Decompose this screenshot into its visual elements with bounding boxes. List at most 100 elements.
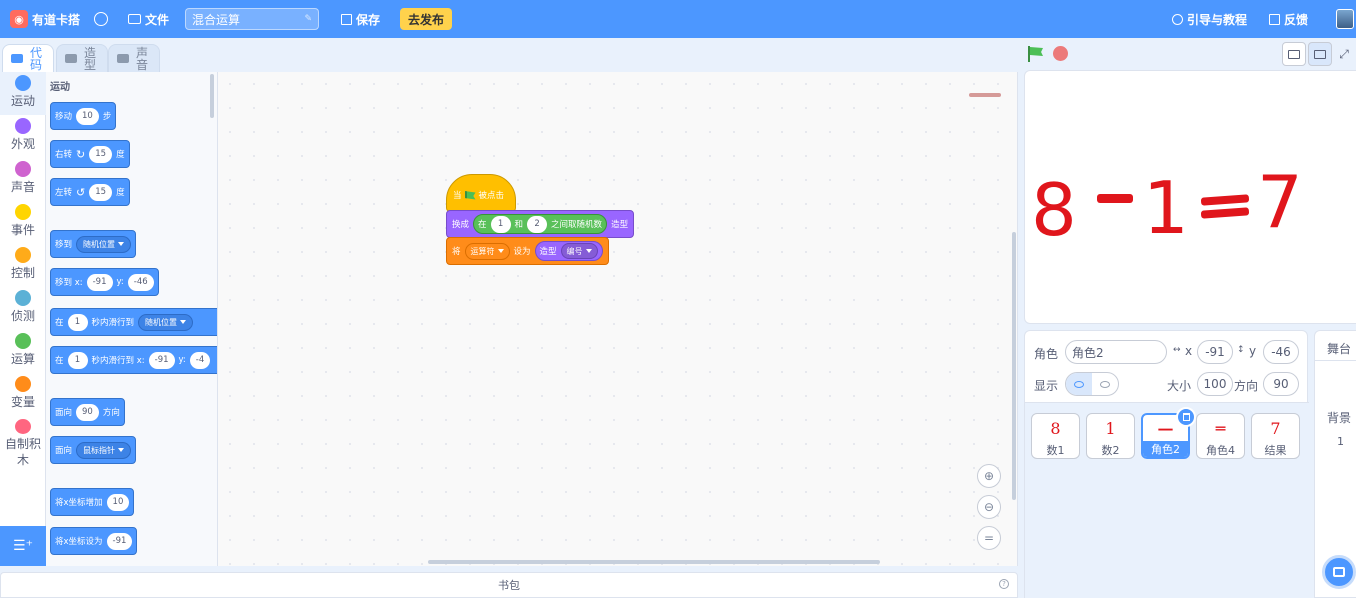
zoom-in-button[interactable]: ⊕ [977,464,1001,488]
dropdown-value: 编号 [566,246,583,256]
visibility-toggle[interactable] [1065,372,1119,396]
add-sprite-button[interactable] [1322,555,1356,589]
tab-costumes[interactable]: 造型 [56,44,108,72]
x-input[interactable]: -91 [148,351,175,369]
degrees-input[interactable]: 15 [89,145,113,163]
block-glide-to[interactable]: 在 1 秒内滑行到 随机位置 [50,308,217,336]
language-globe-icon[interactable] [94,12,109,26]
sprite-thumb-3-selected[interactable]: — 角色2 [1141,407,1196,459]
stage-header: ⤢ [1018,38,1356,70]
category-my-blocks[interactable]: 自制积木 [0,416,46,468]
set-x-input[interactable]: -91 [106,532,133,550]
category-sensing[interactable]: 侦测 [0,287,46,330]
tab-sounds[interactable]: 声音 [108,44,160,72]
sprite-glyph: 7 [1270,418,1281,438]
sprite-thumb-1[interactable]: 8 数1 [1031,413,1080,459]
block-turn-right[interactable]: 右转 ↻ 15 度 [50,140,130,168]
steps-input[interactable]: 10 [76,107,99,125]
category-operators[interactable]: 运算 [0,330,46,373]
block-point-direction[interactable]: 面向 90 方向 [50,398,125,426]
events-dot-icon [15,204,31,220]
direction-input[interactable]: 90 [76,403,99,421]
size-input[interactable]: 100 [1197,372,1233,396]
category-variables[interactable]: 变量 [0,373,46,416]
delete-sprite-button[interactable] [1176,407,1196,427]
stage-expression-svg: 8 1 7 [1031,160,1303,252]
when-flag-clicked-block[interactable]: 当 被点击 [446,174,516,212]
block-move-steps[interactable]: 移动 10 步 [50,102,117,130]
file-menu[interactable]: 文件 [128,11,169,28]
y-input[interactable]: -46 [127,273,154,291]
random-to-input[interactable]: 2 [527,215,548,233]
feedback-button[interactable]: 反馈 [1268,11,1308,28]
secs-input[interactable]: 1 [67,351,88,369]
palette-scrollbar[interactable] [210,74,214,118]
brand-logo[interactable]: ◉ 有道卡搭 [10,10,80,28]
feedback-icon [1268,13,1280,25]
project-title-input[interactable]: 混合运算 ✎ [185,8,320,30]
secs-input[interactable]: 1 [67,313,88,331]
workspace-horizontal-scrollbar[interactable] [428,560,880,564]
x-input[interactable]: -91 [86,273,113,291]
stage-pane-title: 舞台 [1315,331,1356,361]
variable-dropdown[interactable]: 运算符 [464,242,510,260]
zoom-reset-button[interactable]: = [977,526,1001,550]
add-extension-button[interactable]: ☰⁺ [0,526,46,566]
sprite-thumb-4[interactable]: ═ 角色4 [1196,413,1245,459]
y-input[interactable]: -4 [189,351,211,369]
block-change-x[interactable]: 将x坐标增加 10 [50,488,135,516]
fullscreen-button[interactable]: ⤢ [1334,42,1354,66]
stage-canvas[interactable]: 8 1 7 [1024,70,1356,324]
block-point-towards[interactable]: 面向 鼠标指针 [50,436,137,464]
change-x-input[interactable]: 10 [106,493,130,511]
goto-target-dropdown[interactable]: 随机位置 [76,235,132,253]
category-label: 侦测 [10,309,35,323]
direction-input[interactable]: 90 [1263,372,1299,396]
sprite-thumb-5[interactable]: 7 结果 [1251,413,1300,459]
category-sound[interactable]: 声音 [0,158,46,201]
large-stage-button[interactable] [1308,42,1332,66]
costume-number-block[interactable]: 造型 编号 [534,241,603,261]
category-control[interactable]: 控制 [0,244,46,287]
block-turn-left[interactable]: 左转 ↺ 15 度 [50,178,130,206]
palette-section-title: 运动 [50,82,70,93]
costume-property-dropdown[interactable]: 编号 [560,243,598,259]
show-button[interactable] [1066,373,1092,395]
hide-button[interactable] [1092,373,1118,395]
user-avatar[interactable] [1336,9,1354,29]
file-menu-label: 文件 [145,12,170,27]
block-set-x[interactable]: 将x坐标设为 -91 [50,527,138,555]
block-goto[interactable]: 移到 随机位置 [50,230,137,258]
backpack-bar[interactable]: 书包 ? [0,572,1018,598]
small-stage-button[interactable] [1282,42,1306,66]
set-variable-block[interactable]: 将 运算符 设为 造型 编号 [446,237,609,265]
sprite-name-input[interactable]: 角色2 [1065,340,1167,364]
block-glide-xy[interactable]: 在 1 秒内滑行到 x: -91 y: -4 [50,346,217,374]
save-button[interactable]: 保存 [341,11,380,28]
degrees-input[interactable]: 15 [89,183,113,201]
block-goto-xy[interactable]: 移到 x: -91 y: -46 [50,268,159,296]
towards-target-dropdown[interactable]: 鼠标指针 [76,441,132,459]
green-flag-button[interactable] [1028,46,1044,62]
random-from-input[interactable]: 1 [490,215,511,233]
backpack-help-icon[interactable]: ? [999,579,1009,589]
publish-button[interactable]: 去发布 [400,8,453,30]
script-workspace[interactable]: 当 被点击 换成 在 1 和 2 之间取随机数 造型 将 运算符 设为 造型 编… [218,72,1018,566]
tab-code[interactable]: 代码 [2,44,54,72]
workspace-vertical-scrollbar[interactable] [1012,232,1016,500]
pick-random-block[interactable]: 在 1 和 2 之间取随机数 [473,214,608,234]
sprite-thumb-2[interactable]: 1 数2 [1086,413,1135,459]
category-motion[interactable]: 运动 [0,72,46,115]
y-input[interactable]: -46 [1263,340,1299,364]
block-text: 步 [102,112,112,122]
dropdown-value: 随机位置 [83,239,116,249]
x-input[interactable]: -91 [1197,340,1233,364]
switch-costume-block[interactable]: 换成 在 1 和 2 之间取随机数 造型 [446,210,635,238]
my-blocks-dot-icon [15,419,31,434]
guide-button[interactable]: 引导与教程 [1171,11,1247,28]
glide-target-dropdown[interactable]: 随机位置 [138,313,194,331]
category-events[interactable]: 事件 [0,201,46,244]
stop-button[interactable] [1053,46,1068,61]
category-looks[interactable]: 外观 [0,115,46,158]
zoom-out-button[interactable]: ⊖ [977,495,1001,519]
